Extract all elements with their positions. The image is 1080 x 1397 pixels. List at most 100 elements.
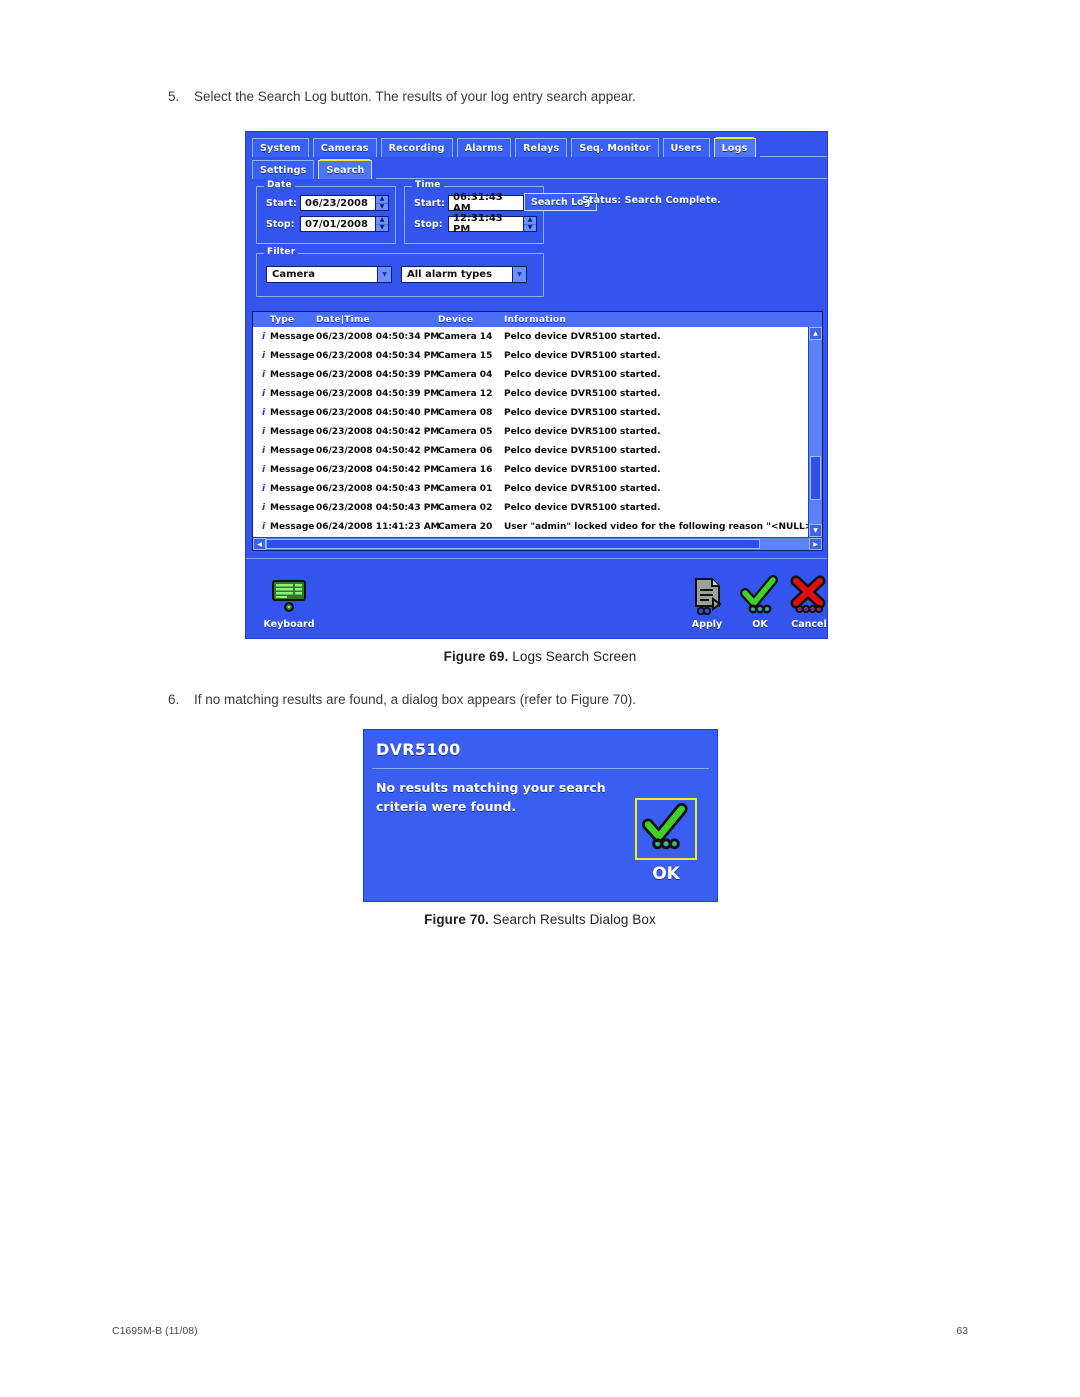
ok-button-label: OK [752, 619, 768, 630]
chevron-down-icon[interactable]: ▼ [377, 267, 391, 282]
figure-70-caption: Figure 70. Search Results Dialog Box [0, 912, 1080, 927]
time-stop-arrows[interactable]: ▲ ▼ [523, 217, 536, 231]
keyboard-button-label: Keyboard [263, 619, 315, 630]
chevron-down-icon[interactable]: ▼ [512, 267, 526, 282]
log-row-datetime: 06/23/2008 04:50:42 PM [316, 446, 440, 457]
dialog-ok-button[interactable] [635, 798, 697, 860]
tab-alarms[interactable]: Alarms [456, 138, 512, 157]
spinner-down-icon[interactable]: ▼ [524, 223, 536, 232]
horizontal-scroll-track[interactable] [266, 538, 809, 550]
log-row-icon: i [261, 522, 266, 533]
dialog-title-divider [372, 768, 709, 769]
tab-relays[interactable]: Relays [515, 138, 568, 157]
table-row[interactable]: i Message 06/23/2008 04:50:42 PM Camera 06 P… [253, 442, 808, 461]
tab-recording[interactable]: Recording [380, 138, 453, 157]
keyboard-button[interactable]: Keyboard [260, 571, 318, 630]
footer-page-number: 63 [956, 1325, 968, 1337]
figure-69-label: Figure 69. [443, 649, 509, 664]
log-header-device[interactable]: Device [438, 315, 504, 325]
log-row-device: Camera 04 [438, 369, 493, 380]
log-header-datetime[interactable]: Date|Time [316, 315, 438, 325]
log-row-device: Camera 20 [438, 522, 493, 533]
table-row[interactable]: i Message 06/23/2008 04:50:42 PM Camera 05 P… [253, 422, 808, 441]
log-row-icon: i [261, 369, 266, 380]
log-row-device: Camera 15 [438, 350, 493, 361]
log-row-icon: i [261, 484, 266, 495]
scroll-right-icon[interactable]: ▶ [809, 538, 822, 550]
date-start-value[interactable]: 06/23/2008 [301, 196, 375, 210]
log-row-datetime: 06/23/2008 04:50:42 PM [316, 465, 440, 476]
tab-row-primary-filler [759, 138, 827, 157]
log-row-icon: i [261, 388, 266, 399]
log-row-datetime: 06/23/2008 04:50:39 PM [316, 369, 440, 380]
filter-alarm-select[interactable]: All alarm types ▼ [401, 266, 527, 283]
step-5-number: 5. [168, 89, 180, 104]
scroll-down-icon[interactable]: ▼ [809, 524, 822, 537]
time-group: Time Start: 06:31:43 AM ▲▼ Stop: 12:31:4… [404, 180, 544, 244]
table-row[interactable]: i Message 06/23/2008 04:50:39 PM Camera 04 P… [253, 365, 808, 384]
table-row[interactable]: i Message 06/23/2008 04:50:39 PM Camera 12 P… [253, 384, 808, 403]
apply-button[interactable]: Apply [678, 571, 736, 630]
filter-device-select[interactable]: Camera ▼ [266, 266, 392, 283]
apply-button-label: Apply [691, 619, 723, 630]
scroll-left-icon[interactable]: ◀ [253, 538, 266, 550]
log-row-device: Camera 01 [438, 484, 493, 495]
time-start-label: Start: [414, 197, 445, 209]
table-row[interactable]: i Message 06/23/2008 04:50:42 PM Camera 16 P… [253, 461, 808, 480]
tab-seq-monitor[interactable]: Seq. Monitor [571, 138, 659, 157]
step-5-text: Select the Search Log button. The result… [194, 89, 636, 104]
date-stop-value[interactable]: 07/01/2008 [301, 217, 375, 231]
tab-users[interactable]: Users [662, 138, 710, 157]
vertical-scroll-thumb[interactable] [810, 455, 821, 501]
log-header-information[interactable]: Information [504, 315, 822, 325]
search-results-dialog: DVR5100 No results matching your search … [363, 729, 718, 902]
table-row[interactable]: i Message 06/23/2008 04:50:43 PM Camera 01 P… [253, 480, 808, 499]
tab-logs[interactable]: Logs [713, 137, 756, 157]
tab-system[interactable]: System [252, 138, 309, 157]
log-row-datetime: 06/23/2008 04:50:34 PM [316, 331, 440, 342]
date-stop-label: Stop: [266, 218, 295, 230]
log-row-information: Pelco device DVR5100 started. [504, 331, 661, 342]
log-row-type: Message [270, 350, 315, 361]
time-stop-spinner[interactable]: 12:31:43 PM ▲ ▼ [448, 213, 537, 235]
spinner-down-icon[interactable]: ▼ [376, 223, 388, 232]
log-row-information: Pelco device DVR5100 started. [504, 407, 661, 418]
log-row-information: Pelco device DVR5100 started. [504, 427, 661, 438]
tab-settings-label: Settings [260, 164, 307, 176]
log-results-table: Type Date|Time Device Information i Messa… [252, 311, 823, 551]
date-start-arrows[interactable]: ▲ ▼ [375, 196, 388, 210]
table-row[interactable]: i Message 06/23/2008 04:50:40 PM Camera 08 P… [253, 403, 808, 422]
log-row-datetime: 06/24/2008 11:41:23 AM [316, 522, 440, 533]
date-stop-spinner[interactable]: 07/01/2008 ▲ ▼ [300, 216, 389, 232]
log-horizontal-scrollbar[interactable]: ◀ ▶ [253, 537, 822, 550]
dialog-ok-label: OK [652, 864, 680, 884]
log-header-type[interactable]: Type [270, 315, 316, 325]
date-start-spinner[interactable]: 06/23/2008 ▲ ▼ [300, 195, 389, 211]
cancel-button[interactable]: Cancel [780, 571, 838, 630]
log-row-device: Camera 08 [438, 407, 493, 418]
tab-alarms-label: Alarms [464, 142, 504, 154]
keyboard-icon [260, 571, 318, 619]
table-row[interactable]: i Message 06/23/2008 04:50:34 PM Camera 15 P… [253, 346, 808, 365]
log-row-icon: i [261, 350, 266, 361]
status-text: Status: Search Complete. [582, 195, 721, 206]
tab-cameras[interactable]: Cameras [312, 138, 377, 157]
log-row-device: Camera 05 [438, 427, 493, 438]
log-row-datetime: 06/23/2008 04:50:40 PM [316, 407, 440, 418]
table-row[interactable]: i Message 06/23/2008 04:50:43 PM Camera 02 P… [253, 499, 808, 518]
vertical-scroll-track[interactable] [809, 340, 822, 524]
time-start-value[interactable]: 06:31:43 AM [449, 192, 523, 214]
table-row[interactable]: i Message 06/23/2008 04:50:34 PM Camera 14 P… [253, 327, 808, 346]
log-row-icon: i [261, 407, 266, 418]
time-stop-value[interactable]: 12:31:43 PM [449, 213, 523, 235]
log-row-device: Camera 12 [438, 388, 493, 399]
spinner-down-icon[interactable]: ▼ [376, 202, 388, 211]
scroll-up-icon[interactable]: ▲ [809, 327, 822, 340]
table-row[interactable]: i Message 06/24/2008 11:41:23 AM Camera 20 U… [253, 518, 808, 537]
log-vertical-scrollbar[interactable]: ▲ ▼ [808, 327, 822, 537]
log-row-icon: i [261, 446, 266, 457]
page-footer: C1695M-B (11/08) 63 [0, 1325, 1080, 1337]
horizontal-scroll-thumb[interactable] [266, 539, 761, 549]
log-row-type: Message [270, 522, 315, 533]
date-stop-arrows[interactable]: ▲ ▼ [375, 217, 388, 231]
